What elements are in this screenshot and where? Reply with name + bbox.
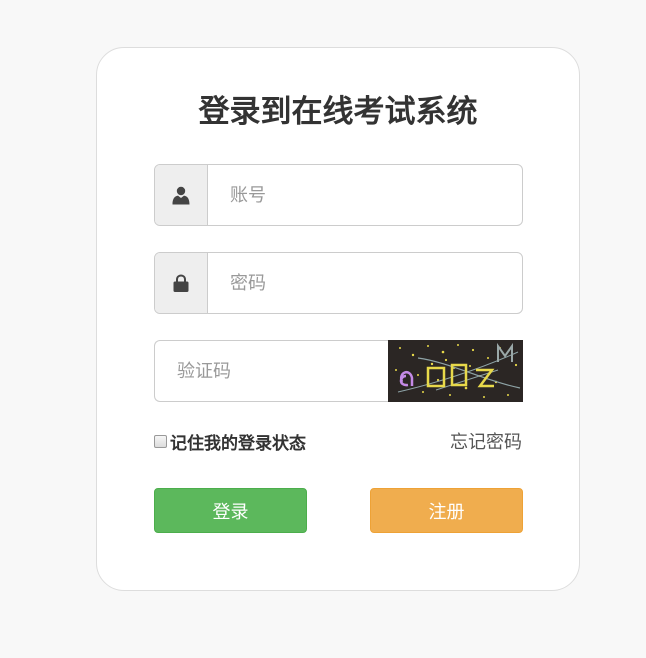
password-field-group [154, 252, 523, 314]
remember-checkbox[interactable] [154, 435, 167, 448]
password-addon [155, 253, 208, 313]
password-input[interactable] [208, 253, 522, 313]
captcha-row [154, 340, 523, 402]
account-field-group [154, 164, 523, 226]
register-button[interactable]: 注册 [370, 488, 523, 533]
remember-me[interactable]: 记住我的登录状态 [154, 429, 306, 454]
login-button[interactable]: 登录 [154, 488, 307, 533]
forgot-password-link[interactable]: 忘记密码 [450, 428, 522, 454]
captcha-image[interactable] [388, 340, 523, 402]
lock-icon [173, 274, 189, 292]
captcha-input[interactable] [154, 340, 388, 402]
login-card: 登录到在线考试系统 账号 验证码 记住我的登录状态 忘记密码 登录 注册 [96, 47, 580, 591]
account-addon [155, 165, 208, 225]
user-icon [172, 186, 190, 205]
account-input[interactable] [208, 165, 522, 225]
remember-label: 记住我的登录状态 [170, 434, 306, 454]
page-title: 登录到在线考试系统 [198, 94, 478, 130]
